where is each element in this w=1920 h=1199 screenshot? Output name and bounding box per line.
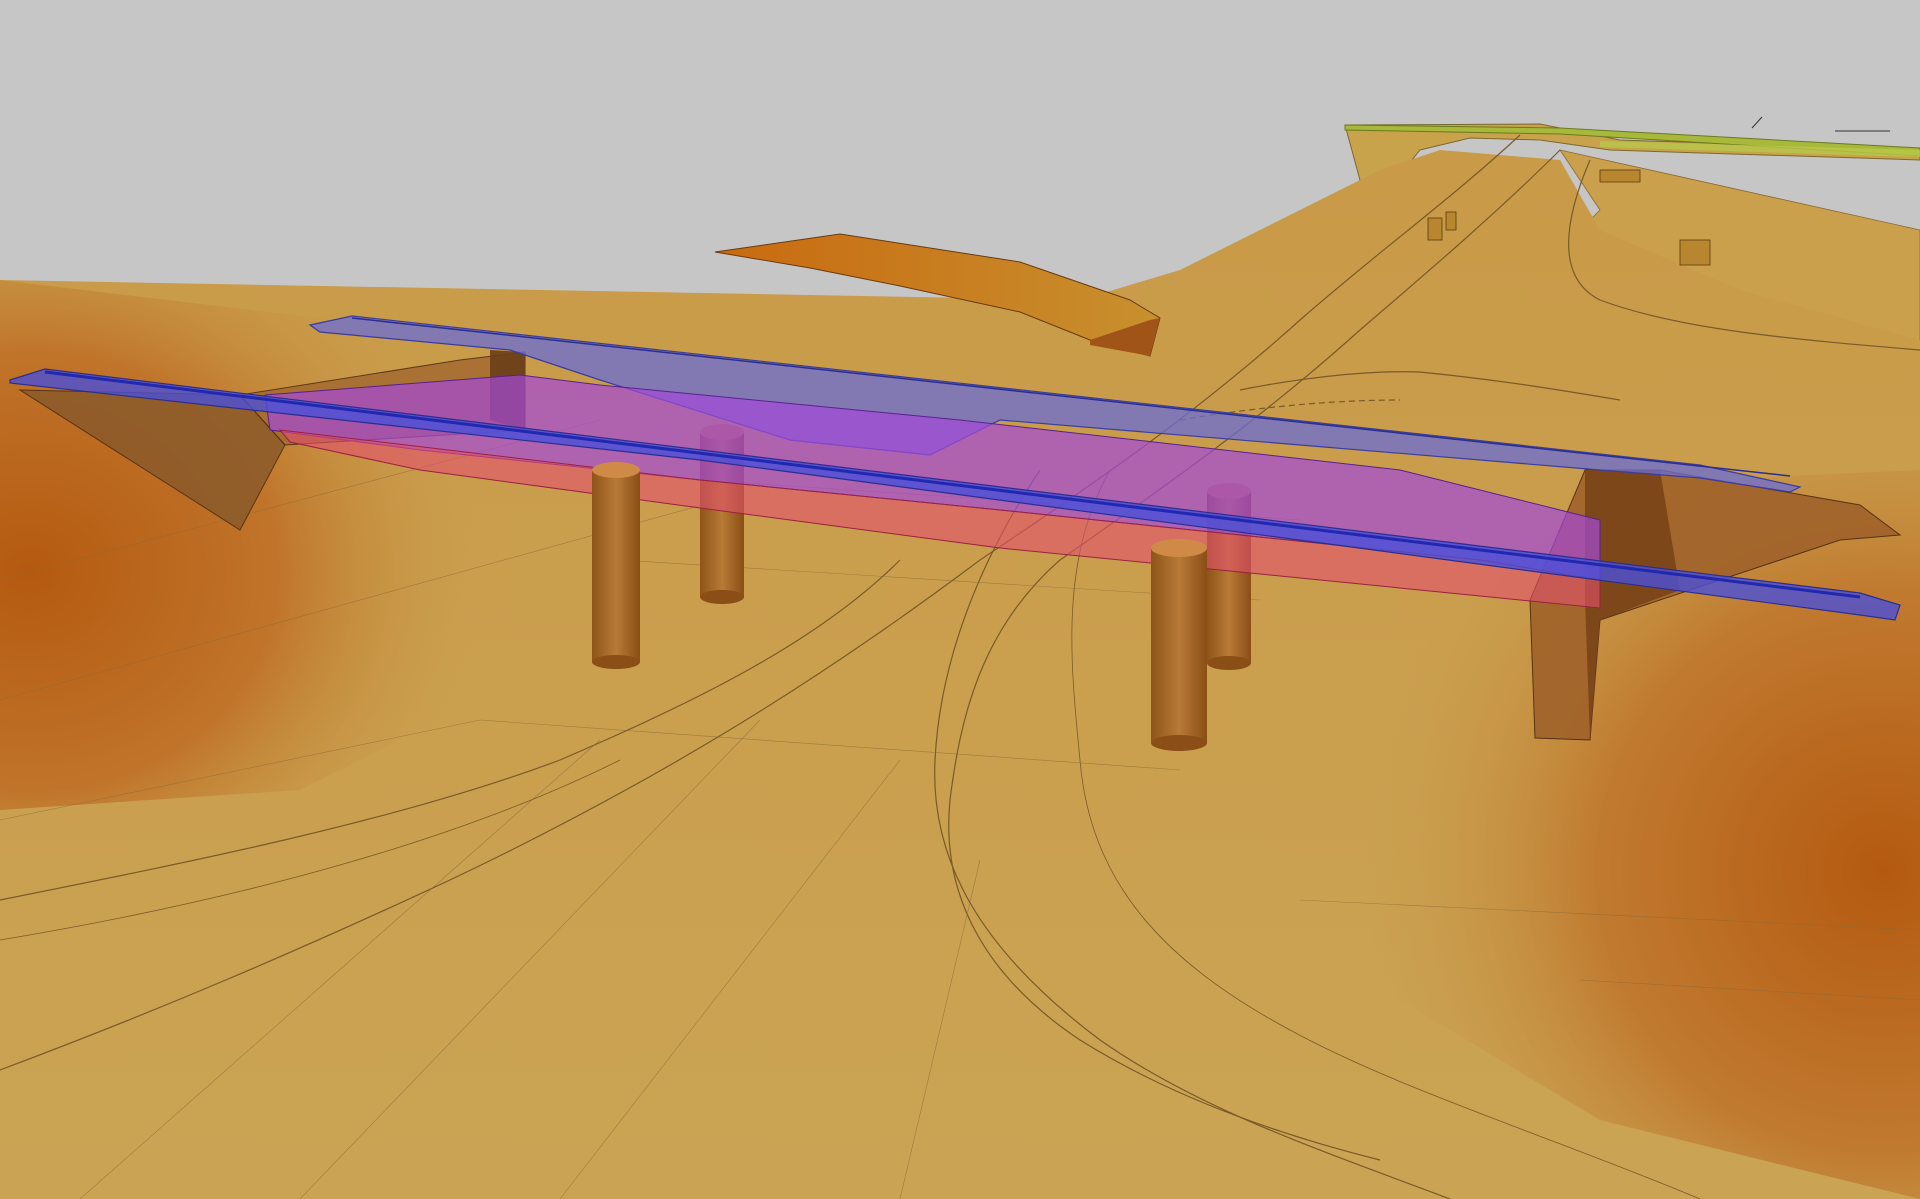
- 3d-model-viewport[interactable]: [0, 0, 1920, 1199]
- pier-column: [592, 462, 640, 669]
- pier-column: [1151, 539, 1207, 751]
- bridge-model-render[interactable]: [0, 0, 1920, 1199]
